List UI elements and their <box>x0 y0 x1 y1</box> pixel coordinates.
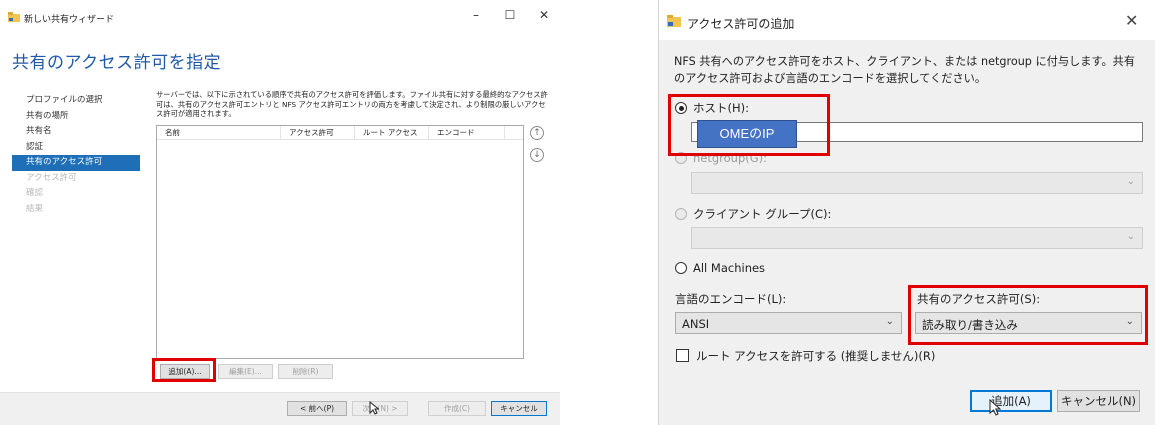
new-share-wizard-window: 新しい共有ウィザード – ☐ ✕ 共有のアクセス許可を指定 プロファイルの選択 … <box>0 0 560 425</box>
dialog-cancel-button[interactable]: キャンセル(N) <box>1057 390 1140 412</box>
client-group-radio[interactable] <box>675 208 687 220</box>
wizard-footer: < 前へ(P) 次へ(N) > 作成(C) キャンセル <box>0 392 560 425</box>
nav-item-confirmation: 確認 <box>26 188 44 198</box>
wizard-title: 新しい共有ウィザード <box>24 15 115 25</box>
add-button[interactable]: 追加(A) <box>970 390 1052 412</box>
chevron-down-icon: ⌄ <box>885 316 894 327</box>
chevron-down-icon: ⌄ <box>1126 176 1135 187</box>
column-header-encoding[interactable]: エンコード <box>429 126 505 139</box>
nav-item-profile[interactable]: プロファイルの選択 <box>12 93 140 109</box>
delete-entry-button[interactable]: 削除(R) <box>278 364 333 379</box>
all-machines-radio[interactable] <box>675 262 687 274</box>
nav-item-share-location[interactable]: 共有の場所 <box>12 109 140 125</box>
client-group-radio-option[interactable]: クライアント グループ(C): <box>675 206 831 222</box>
permission-entries-table[interactable]: 名前 アクセス許可 ルート アクセス エンコード <box>156 125 524 359</box>
nav-item-share-name[interactable]: 共有名 <box>12 124 140 140</box>
nav-item-authentication[interactable]: 認証 <box>12 140 140 156</box>
highlight-add-button <box>152 358 216 382</box>
mouse-cursor-icon <box>369 401 379 415</box>
dialog-close-icon[interactable]: ✕ <box>1125 11 1138 30</box>
dialog-titlebar: アクセス許可の追加 ✕ <box>659 0 1155 40</box>
highlight-share-permission <box>908 285 1148 345</box>
client-group-select[interactable]: ⌄ <box>691 227 1143 249</box>
table-header: 名前 アクセス許可 ルート アクセス エンコード <box>157 126 523 140</box>
close-button[interactable]: ✕ <box>534 8 554 22</box>
column-header-name[interactable]: 名前 <box>157 126 281 139</box>
nav-item-permissions: アクセス許可 <box>26 172 77 183</box>
chevron-down-icon: ⌄ <box>1126 231 1135 242</box>
next-button[interactable]: 次へ(N) > <box>352 401 408 416</box>
wizard-titlebar: 新しい共有ウィザード – ☐ ✕ <box>0 0 560 34</box>
nav-item-results: 結果 <box>26 203 44 214</box>
column-header-permission[interactable]: アクセス許可 <box>281 126 355 139</box>
move-down-icon[interactable]: ↓ <box>530 148 544 162</box>
dialog-description: NFS 共有へのアクセス許可をホスト、クライアント、または netgroup に… <box>674 55 1136 85</box>
wizard-step-nav: プロファイルの選択 共有の場所 共有名 認証 共有のアクセス許可 アクセス許可 … <box>12 93 140 217</box>
all-machines-radio-option[interactable]: All Machines <box>675 261 765 275</box>
edit-entry-button[interactable]: 編集(E)... <box>218 364 273 379</box>
all-machines-radio-label: All Machines <box>693 261 766 275</box>
wizard-description: サーバーでは、以下に示されている順序で共有のアクセス許可を評価します。ファイル共… <box>156 90 548 118</box>
client-group-radio-label: クライアント グループ(C): <box>693 207 832 221</box>
root-access-label: ルート アクセスを許可する (推奨しません)(R) <box>696 349 936 363</box>
maximize-button[interactable]: ☐ <box>500 8 520 22</box>
ome-ip-annotation: OMEのIP <box>697 120 797 148</box>
minimize-button[interactable]: – <box>466 8 486 22</box>
encoding-label: 言語のエンコード(L): <box>675 292 787 306</box>
column-header-root-access[interactable]: ルート アクセス <box>355 126 429 139</box>
nav-item-share-permissions[interactable]: 共有のアクセス許可 <box>12 155 140 171</box>
move-up-icon[interactable]: ↑ <box>530 126 544 140</box>
previous-button[interactable]: < 前へ(P) <box>287 401 347 416</box>
folder-share-icon <box>8 12 20 22</box>
add-permission-dialog: アクセス許可の追加 ✕ NFS 共有へのアクセス許可をホスト、クライアント、また… <box>658 0 1155 425</box>
mouse-cursor-icon <box>989 399 1001 416</box>
netgroup-select[interactable]: ⌄ <box>691 172 1143 194</box>
page-title: 共有のアクセス許可を指定 <box>12 53 222 73</box>
encoding-value: ANSI <box>682 317 710 331</box>
wizard-cancel-button[interactable]: キャンセル <box>491 401 547 416</box>
dialog-title: アクセス許可の追加 <box>687 17 795 31</box>
create-button[interactable]: 作成(C) <box>428 401 486 416</box>
root-access-checkbox[interactable] <box>676 349 689 362</box>
folder-share-icon <box>667 15 681 27</box>
encoding-select[interactable]: ANSI ⌄ <box>675 312 902 334</box>
